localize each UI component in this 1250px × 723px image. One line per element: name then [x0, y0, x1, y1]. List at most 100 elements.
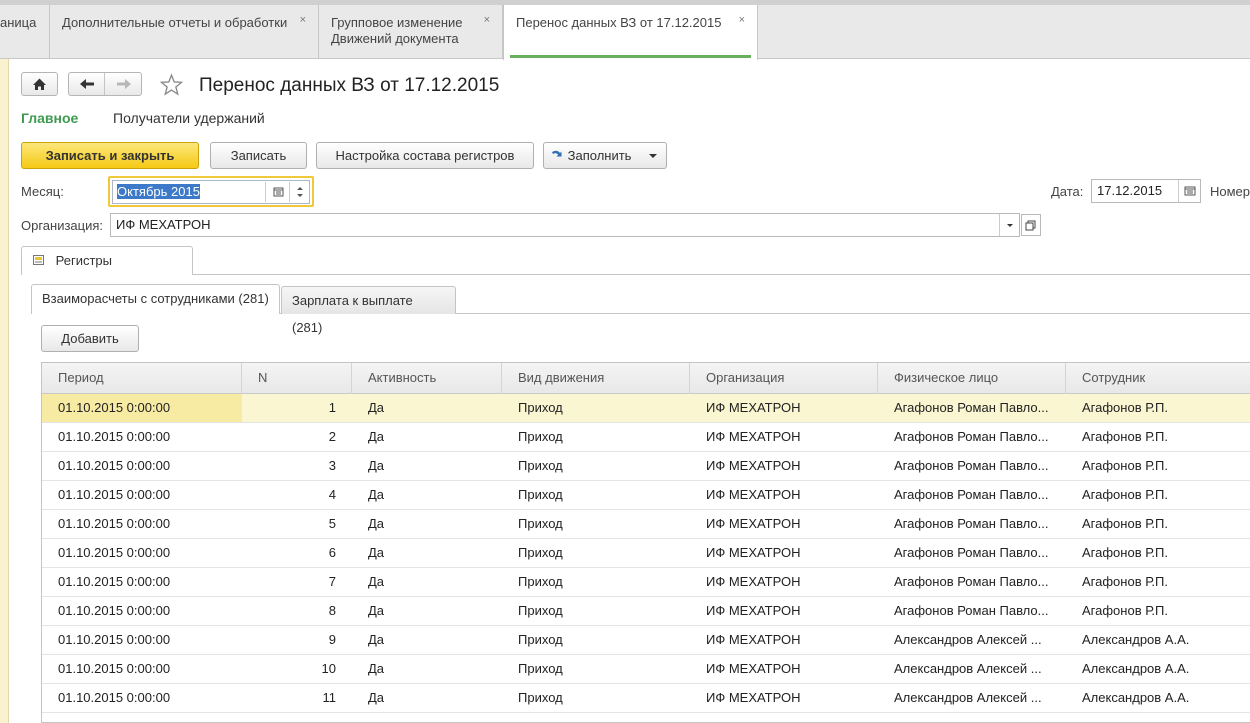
window-tab-group-change[interactable]: Групповое изменение Движений документа ×: [319, 5, 503, 59]
fill-button[interactable]: Заполнить: [543, 142, 667, 169]
section-recipients[interactable]: Получатели удержаний: [113, 110, 265, 126]
cell-person[interactable]: Агафонов Роман Павло...: [878, 539, 1066, 567]
cell-movement-type[interactable]: Приход: [502, 568, 690, 596]
cell-movement-type[interactable]: Приход: [502, 597, 690, 625]
cell-activity[interactable]: Да: [352, 539, 502, 567]
column-header-number[interactable]: N: [242, 363, 352, 394]
cell-person[interactable]: Александров Алексей ...: [878, 684, 1066, 712]
cell-number[interactable]: 4: [242, 481, 352, 509]
table-row[interactable]: 01.10.2015 0:00:00 9 Да Приход ИФ МЕХАТРОН Ал…: [42, 626, 1250, 655]
table-row[interactable]: 01.10.2015 0:00:00 7 Да Приход ИФ МЕХАТРОН Аг…: [42, 568, 1250, 597]
column-header-person[interactable]: Физическое лицо: [878, 363, 1066, 394]
table-row[interactable]: 01.10.2015 0:00:00 10 Да Приход ИФ МЕХАТРОН А…: [42, 655, 1250, 684]
cell-movement-type[interactable]: Приход: [502, 684, 690, 712]
cell-employee[interactable]: Александров А.А.: [1066, 655, 1250, 683]
cell-number[interactable]: 6: [242, 539, 352, 567]
cell-person[interactable]: Александров Алексей ...: [878, 626, 1066, 654]
cell-period[interactable]: 01.10.2015 0:00:00: [42, 655, 242, 683]
cell-employee[interactable]: Агафонов Р.П.: [1066, 539, 1250, 567]
cell-organization[interactable]: ИФ МЕХАТРОН: [690, 655, 878, 683]
close-icon[interactable]: ×: [739, 12, 745, 28]
cell-period[interactable]: 01.10.2015 0:00:00: [42, 568, 242, 596]
column-header-activity[interactable]: Активность: [352, 363, 502, 394]
registers-tab[interactable]: Регистры накопления: [21, 246, 193, 295]
cell-number[interactable]: 8: [242, 597, 352, 625]
registers-setup-button[interactable]: Настройка состава регистров: [316, 142, 534, 169]
cell-number[interactable]: 10: [242, 655, 352, 683]
cell-activity[interactable]: Да: [352, 481, 502, 509]
cell-employee[interactable]: Агафонов Р.П.: [1066, 394, 1250, 422]
cell-organization[interactable]: ИФ МЕХАТРОН: [690, 481, 878, 509]
window-tab-home[interactable]: аница: [0, 5, 50, 59]
cell-person[interactable]: Агафонов Роман Павло...: [878, 394, 1066, 422]
month-field[interactable]: Октябрь 2015: [112, 179, 310, 204]
cell-employee[interactable]: Агафонов Р.П.: [1066, 597, 1250, 625]
cell-activity[interactable]: Да: [352, 510, 502, 538]
cell-employee[interactable]: Агафонов Р.П.: [1066, 481, 1250, 509]
cell-period[interactable]: 01.10.2015 0:00:00: [42, 684, 242, 712]
cell-period[interactable]: 01.10.2015 0:00:00: [42, 626, 242, 654]
month-spinner[interactable]: [289, 181, 309, 202]
cell-number[interactable]: 1: [242, 394, 352, 422]
cell-employee[interactable]: Александров А.А.: [1066, 626, 1250, 654]
cell-period[interactable]: 01.10.2015 0:00:00: [42, 510, 242, 538]
subtab-salary-payable[interactable]: Зарплата к выплате (281): [281, 286, 456, 335]
cell-number[interactable]: 5: [242, 510, 352, 538]
cell-movement-type[interactable]: Приход: [502, 452, 690, 480]
cell-activity[interactable]: Да: [352, 684, 502, 712]
cell-activity[interactable]: Да: [352, 423, 502, 451]
cell-person[interactable]: Агафонов Роман Павло...: [878, 510, 1066, 538]
cell-number[interactable]: 11: [242, 684, 352, 712]
cell-movement-type[interactable]: Приход: [502, 423, 690, 451]
cell-movement-type[interactable]: Приход: [502, 626, 690, 654]
cell-period[interactable]: 01.10.2015 0:00:00: [42, 539, 242, 567]
cell-employee[interactable]: Агафонов Р.П.: [1066, 452, 1250, 480]
cell-organization[interactable]: ИФ МЕХАТРОН: [690, 597, 878, 625]
cell-activity[interactable]: Да: [352, 394, 502, 422]
close-icon[interactable]: ×: [300, 12, 306, 28]
save-close-button[interactable]: Записать и закрыть: [21, 142, 199, 169]
month-calendar-button[interactable]: [265, 181, 289, 202]
table-row[interactable]: 01.10.2015 0:00:00 4 Да Приход ИФ МЕХАТРОН Аг…: [42, 481, 1250, 510]
save-button[interactable]: Записать: [210, 142, 307, 169]
cell-organization[interactable]: ИФ МЕХАТРОН: [690, 568, 878, 596]
cell-movement-type[interactable]: Приход: [502, 655, 690, 683]
organization-dropdown-button[interactable]: [999, 214, 1019, 236]
cell-number[interactable]: 7: [242, 568, 352, 596]
add-button[interactable]: Добавить: [41, 325, 139, 352]
cell-number[interactable]: 9: [242, 626, 352, 654]
subtab-settlements[interactable]: Взаиморасчеты с сотрудниками (281): [31, 284, 280, 314]
cell-organization[interactable]: ИФ МЕХАТРОН: [690, 452, 878, 480]
table-row[interactable]: 01.10.2015 0:00:00 3 Да Приход ИФ МЕХАТРОН Аг…: [42, 452, 1250, 481]
cell-number[interactable]: 3: [242, 452, 352, 480]
cell-organization[interactable]: ИФ МЕХАТРОН: [690, 626, 878, 654]
window-tab-transfer[interactable]: Перенос данных ВЗ от 17.12.2015 ×: [503, 5, 758, 60]
organization-field[interactable]: ИФ МЕХАТРОН: [110, 213, 1020, 237]
section-main[interactable]: Главное: [21, 110, 78, 126]
cell-organization[interactable]: ИФ МЕХАТРОН: [690, 684, 878, 712]
back-button[interactable]: [69, 73, 105, 95]
cell-person[interactable]: Агафонов Роман Павло...: [878, 568, 1066, 596]
table-row[interactable]: 01.10.2015 0:00:00 1 Да Приход ИФ МЕХАТРОН Аг…: [42, 394, 1250, 423]
cell-period[interactable]: 01.10.2015 0:00:00: [42, 423, 242, 451]
date-calendar-button[interactable]: [1178, 180, 1200, 202]
cell-person[interactable]: Агафонов Роман Павло...: [878, 597, 1066, 625]
cell-movement-type[interactable]: Приход: [502, 510, 690, 538]
forward-button[interactable]: [106, 73, 142, 95]
column-header-employee[interactable]: Сотрудник: [1066, 363, 1250, 394]
table-row[interactable]: 01.10.2015 0:00:00 8 Да Приход ИФ МЕХАТРОН Аг…: [42, 597, 1250, 626]
cell-employee[interactable]: Агафонов Р.П.: [1066, 568, 1250, 596]
window-tab-reports[interactable]: Дополнительные отчеты и обработки ×: [50, 5, 319, 59]
cell-activity[interactable]: Да: [352, 597, 502, 625]
table-row[interactable]: 01.10.2015 0:00:00 2 Да Приход ИФ МЕХАТРОН Аг…: [42, 423, 1250, 452]
cell-movement-type[interactable]: Приход: [502, 539, 690, 567]
cell-period[interactable]: 01.10.2015 0:00:00: [42, 452, 242, 480]
cell-activity[interactable]: Да: [352, 568, 502, 596]
organization-input-value[interactable]: ИФ МЕХАТРОН: [116, 217, 211, 232]
month-input-value[interactable]: Октябрь 2015: [117, 183, 200, 199]
cell-employee[interactable]: Александров А.А.: [1066, 684, 1250, 712]
cell-movement-type[interactable]: Приход: [502, 394, 690, 422]
cell-activity[interactable]: Да: [352, 626, 502, 654]
cell-person[interactable]: Агафонов Роман Павло...: [878, 481, 1066, 509]
cell-organization[interactable]: ИФ МЕХАТРОН: [690, 423, 878, 451]
